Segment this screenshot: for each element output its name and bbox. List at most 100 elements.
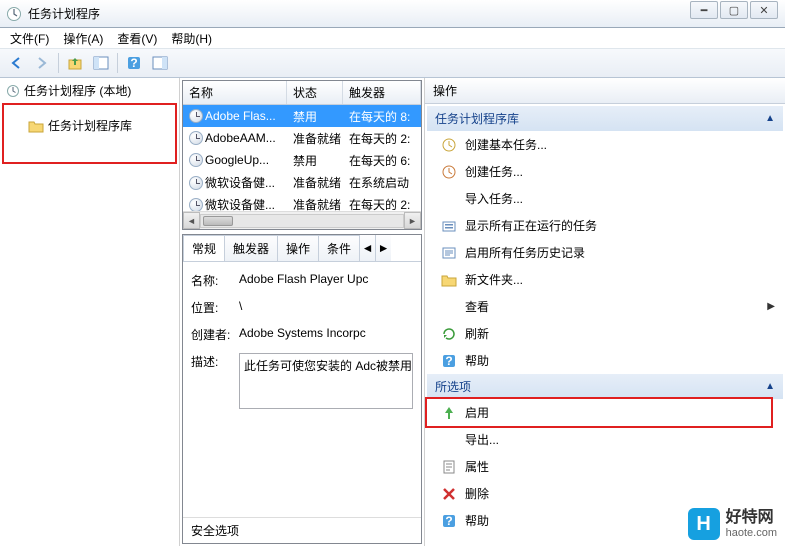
maximize-button[interactable]: ▢ <box>720 1 748 19</box>
list-body: Adobe Flas... 禁用 在每天的 8: AdobeAAM... 准备就… <box>183 105 421 211</box>
label-location: 位置: <box>191 299 239 316</box>
value-location: \ <box>239 299 413 316</box>
action-help[interactable]: ? 帮助 <box>427 347 783 374</box>
task-name: AdobeAAM... <box>205 131 276 145</box>
show-hide-tree-button[interactable] <box>89 51 113 75</box>
scroll-left-icon[interactable]: ◄ <box>183 212 200 229</box>
action-section-selected[interactable]: 所选项 ▲ <box>427 374 783 399</box>
action-enable[interactable]: 启用 <box>427 399 771 426</box>
list-header: 名称 状态 触发器 <box>183 81 421 105</box>
action-export[interactable]: 导出... <box>427 426 783 453</box>
highlight-enable: 启用 <box>425 397 773 428</box>
task-row[interactable]: 微软设备健... 准备就绪 在系统启动 <box>183 171 421 193</box>
action-delete[interactable]: 删除 <box>427 480 783 507</box>
close-button[interactable]: ✕ <box>750 1 778 19</box>
action-label: 删除 <box>465 485 489 502</box>
tree-library[interactable]: 任务计划程序库 <box>8 115 171 136</box>
running-icon <box>441 218 457 234</box>
action-create-basic-task[interactable]: 创建基本任务... <box>427 131 783 158</box>
task-name: Adobe Flas... <box>205 109 276 123</box>
tree-library-label: 任务计划程序库 <box>48 117 132 134</box>
task-trigger: 在每天的 8: <box>343 108 421 125</box>
action-label: 创建基本任务... <box>465 136 547 153</box>
back-button[interactable] <box>4 51 28 75</box>
task-clock-icon <box>189 131 203 145</box>
col-header-trigger[interactable]: 触发器 <box>343 81 421 104</box>
task-icon <box>441 164 457 180</box>
import-icon <box>441 191 457 207</box>
scroll-right-icon[interactable]: ► <box>404 212 421 229</box>
tab-scroll-left-icon[interactable]: ◄ <box>359 235 375 261</box>
task-clock-icon <box>189 153 203 167</box>
value-author: Adobe Systems Incorpc <box>239 326 413 343</box>
enable-icon <box>441 405 457 421</box>
chevron-right-icon: ▶ <box>767 301 775 312</box>
task-name: 微软设备健... <box>205 176 275 190</box>
task-clock-icon <box>189 198 203 211</box>
collapse-icon: ▲ <box>765 113 775 124</box>
tab-general[interactable]: 常规 <box>183 235 225 261</box>
action-properties[interactable]: 属性 <box>427 453 783 480</box>
detail-body: 名称: Adobe Flash Player Upc 位置: \ 创建者: Ad… <box>183 262 421 517</box>
menu-action[interactable]: 操作(A) <box>57 28 109 49</box>
tree-root[interactable]: 任务计划程序 (本地) <box>2 80 177 101</box>
value-desc: 此任务可使您安装的 Adc被禁用或删除，则 Adobe <box>239 353 413 409</box>
task-row[interactable]: GoogleUp... 禁用 在每天的 6: <box>183 149 421 171</box>
app-icon <box>6 6 22 22</box>
tab-conditions[interactable]: 条件 <box>318 235 360 261</box>
scroll-thumb[interactable] <box>203 216 233 226</box>
action-label: 帮助 <box>465 352 489 369</box>
tab-scroll-right-icon[interactable]: ► <box>375 235 391 261</box>
actions-pane-button[interactable] <box>148 51 172 75</box>
actions-body: 任务计划程序库 ▲ 创建基本任务... 创建任务... 导入任务... 显示所有… <box>425 104 785 546</box>
tab-actions[interactable]: 操作 <box>277 235 319 261</box>
col-header-name[interactable]: 名称 <box>183 81 287 104</box>
forward-button[interactable] <box>30 51 54 75</box>
action-view[interactable]: 查看 ▶ <box>427 293 783 320</box>
watermark-logo: H <box>688 508 720 540</box>
task-row[interactable]: AdobeAAM... 准备就绪 在每天的 2: <box>183 127 421 149</box>
task-row[interactable]: Adobe Flas... 禁用 在每天的 8: <box>183 105 421 127</box>
task-state: 禁用 <box>287 108 343 125</box>
tree-root-label: 任务计划程序 (本地) <box>24 82 131 99</box>
col-header-state[interactable]: 状态 <box>287 81 343 104</box>
detail-pane: 常规 触发器 操作 条件 ◄ ► 名称: Adobe Flash Player … <box>182 234 422 544</box>
action-create-task[interactable]: 创建任务... <box>427 158 783 185</box>
tab-triggers[interactable]: 触发器 <box>224 235 278 261</box>
menu-help[interactable]: 帮助(H) <box>165 28 218 49</box>
task-clock-icon <box>189 109 203 123</box>
watermark-url: haote.com <box>726 527 777 539</box>
svg-text:?: ? <box>445 354 452 368</box>
task-list: 名称 状态 触发器 Adobe Flas... 禁用 在每天的 8: Adobe… <box>182 80 422 230</box>
action-enable-history[interactable]: 启用所有任务历史记录 <box>427 239 783 266</box>
task-state: 准备就绪 <box>287 174 343 191</box>
titlebar: 任务计划程序 ━ ▢ ✕ <box>0 0 785 28</box>
action-label: 导出... <box>465 431 499 448</box>
task-row[interactable]: 微软设备健... 准备就绪 在每天的 2: <box>183 193 421 211</box>
delete-icon <box>441 486 457 502</box>
action-new-folder[interactable]: 新文件夹... <box>427 266 783 293</box>
hscrollbar[interactable]: ◄ ► <box>183 211 421 229</box>
action-section-library[interactable]: 任务计划程序库 ▲ <box>427 106 783 131</box>
menu-file[interactable]: 文件(F) <box>4 28 55 49</box>
actions-header: 操作 <box>425 78 785 104</box>
section-title: 所选项 <box>435 378 471 395</box>
action-label: 启用 <box>465 404 489 421</box>
action-label: 启用所有任务历史记录 <box>465 244 585 261</box>
detail-footer: 安全选项 <box>183 517 421 543</box>
help-button[interactable]: ? <box>122 51 146 75</box>
action-label: 刷新 <box>465 325 489 342</box>
action-show-running[interactable]: 显示所有正在运行的任务 <box>427 212 783 239</box>
action-import-task[interactable]: 导入任务... <box>427 185 783 212</box>
detail-tabs: 常规 触发器 操作 条件 ◄ ► <box>183 235 421 262</box>
up-button[interactable] <box>63 51 87 75</box>
folder-icon <box>441 272 457 288</box>
label-desc: 描述: <box>191 353 239 370</box>
scroll-track[interactable] <box>200 214 404 228</box>
action-label: 导入任务... <box>465 190 523 207</box>
task-state: 准备就绪 <box>287 196 343 212</box>
action-refresh[interactable]: 刷新 <box>427 320 783 347</box>
minimize-button[interactable]: ━ <box>690 1 718 19</box>
menu-view[interactable]: 查看(V) <box>111 28 163 49</box>
action-label: 新文件夹... <box>465 271 523 288</box>
